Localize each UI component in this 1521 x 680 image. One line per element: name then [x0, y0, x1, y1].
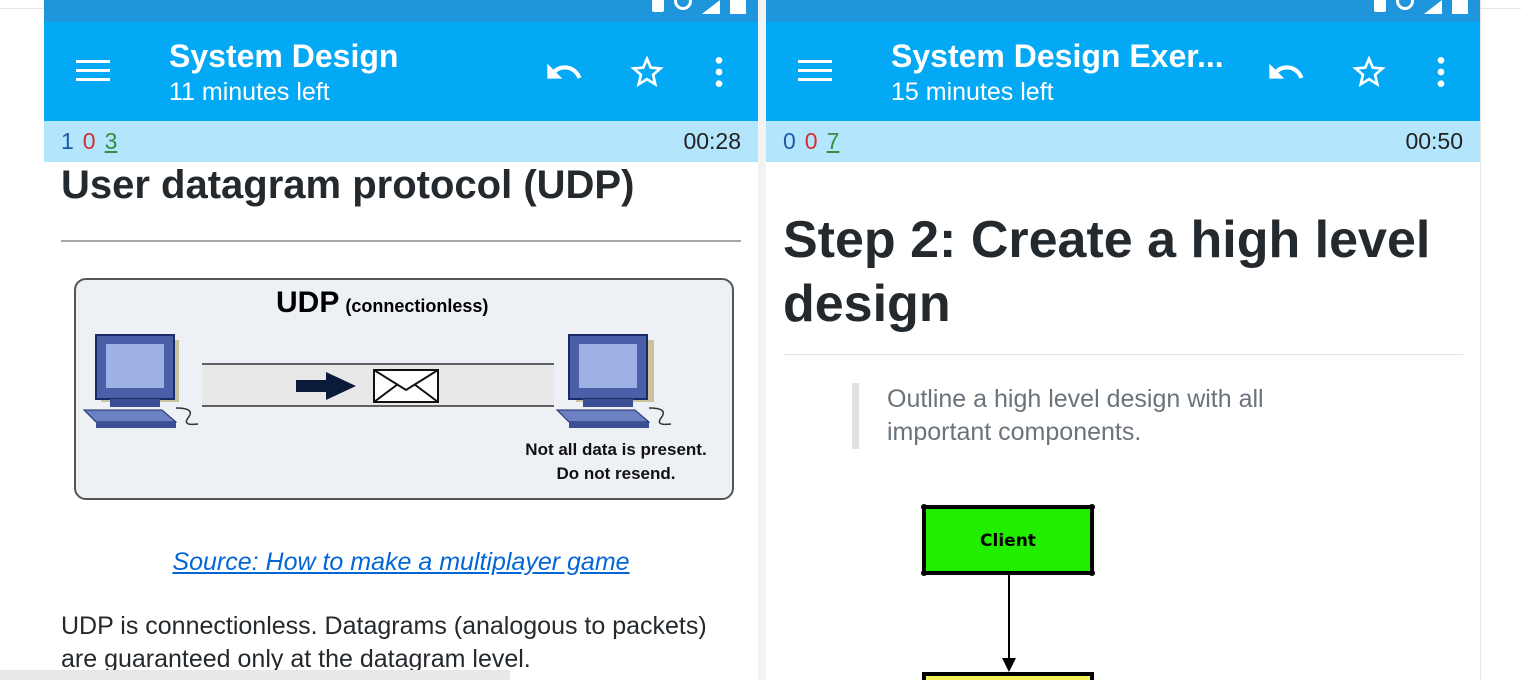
score-counts: 103	[61, 128, 126, 154]
pane-divider[interactable]	[758, 0, 766, 680]
time-left: 15 minutes left	[891, 78, 1054, 106]
heading-divider	[783, 354, 1463, 355]
figure-note-line1: Not all data is present.	[525, 440, 707, 459]
star-icon[interactable]	[1349, 52, 1389, 92]
score-red: 0	[82, 128, 96, 154]
score-red: 0	[804, 128, 818, 154]
envelope-icon	[373, 369, 439, 403]
status-icons	[1374, 0, 1468, 18]
phone-icon	[1374, 0, 1386, 12]
signal-icon	[702, 0, 720, 14]
score-counts: 007	[783, 128, 848, 154]
menu-icon[interactable]	[76, 58, 110, 84]
architecture-diagram: Client	[921, 504, 1095, 680]
next-box	[922, 672, 1094, 680]
signal-icon	[1424, 0, 1442, 14]
score-bar: 103 00:28	[44, 121, 758, 162]
title-block: System Design Exer... 15 minutes left	[891, 36, 1251, 107]
score-bar: 007 00:50	[766, 121, 1480, 162]
source-link[interactable]: Source: How to make a multiplayer game	[44, 548, 758, 577]
figure-title-text: UDP	[276, 286, 340, 319]
score-green[interactable]: 7	[827, 128, 840, 154]
left-pane: System Design 11 minutes left 103 00:28 …	[44, 0, 758, 680]
timer: 00:28	[683, 128, 741, 154]
blockquote-text: Outline a high level design with all imp…	[887, 385, 1264, 446]
right-pane: System Design Exer... 15 minutes left 00…	[766, 0, 1481, 680]
blockquote-bar	[852, 383, 859, 449]
more-vert-icon[interactable]	[699, 52, 739, 92]
score-blue: 1	[61, 128, 74, 154]
heading-divider	[61, 240, 741, 242]
app-bar: System Design 11 minutes left	[44, 22, 758, 121]
section-heading: Step 2: Create a high level design	[783, 211, 1431, 333]
phone-icon	[652, 0, 664, 12]
status-icons	[652, 0, 746, 18]
figure-note: Not all data is present. Do not resend.	[496, 438, 736, 486]
score-blue: 0	[783, 128, 796, 154]
score-green[interactable]: 3	[105, 128, 118, 154]
figure-title-suffix: (connectionless)	[345, 296, 489, 316]
sync-icon	[1396, 0, 1414, 10]
arrow-down-icon	[1002, 658, 1016, 672]
app-title: System Design	[169, 38, 399, 74]
menu-icon[interactable]	[798, 58, 832, 84]
section-heading: User datagram protocol (UDP)	[61, 163, 635, 207]
figure-note-line2: Do not resend.	[556, 464, 676, 483]
horizontal-scrollbar[interactable]	[0, 670, 510, 680]
more-vert-icon[interactable]	[1421, 52, 1461, 92]
status-bar	[44, 0, 758, 22]
udp-paragraph: UDP is connectionless. Datagrams (analog…	[61, 612, 707, 673]
undo-icon[interactable]	[544, 52, 584, 92]
sync-icon	[674, 0, 692, 10]
status-bar	[766, 0, 1480, 22]
star-icon[interactable]	[627, 52, 667, 92]
computer-left-icon	[82, 334, 199, 428]
battery-icon	[1452, 0, 1468, 14]
undo-icon[interactable]	[1266, 52, 1306, 92]
udp-figure: UDP (connectionless) Not all data is pres…	[74, 278, 734, 500]
client-label: Client	[980, 531, 1036, 551]
time-left: 11 minutes left	[169, 78, 330, 106]
timer: 00:50	[1405, 128, 1463, 154]
app-bar: System Design Exer... 15 minutes left	[766, 22, 1480, 121]
app-title: System Design Exer...	[891, 38, 1224, 74]
battery-icon	[730, 0, 746, 14]
figure-title: UDP (connectionless)	[276, 286, 488, 320]
computer-right-icon	[555, 334, 672, 428]
title-block: System Design 11 minutes left	[169, 36, 529, 107]
